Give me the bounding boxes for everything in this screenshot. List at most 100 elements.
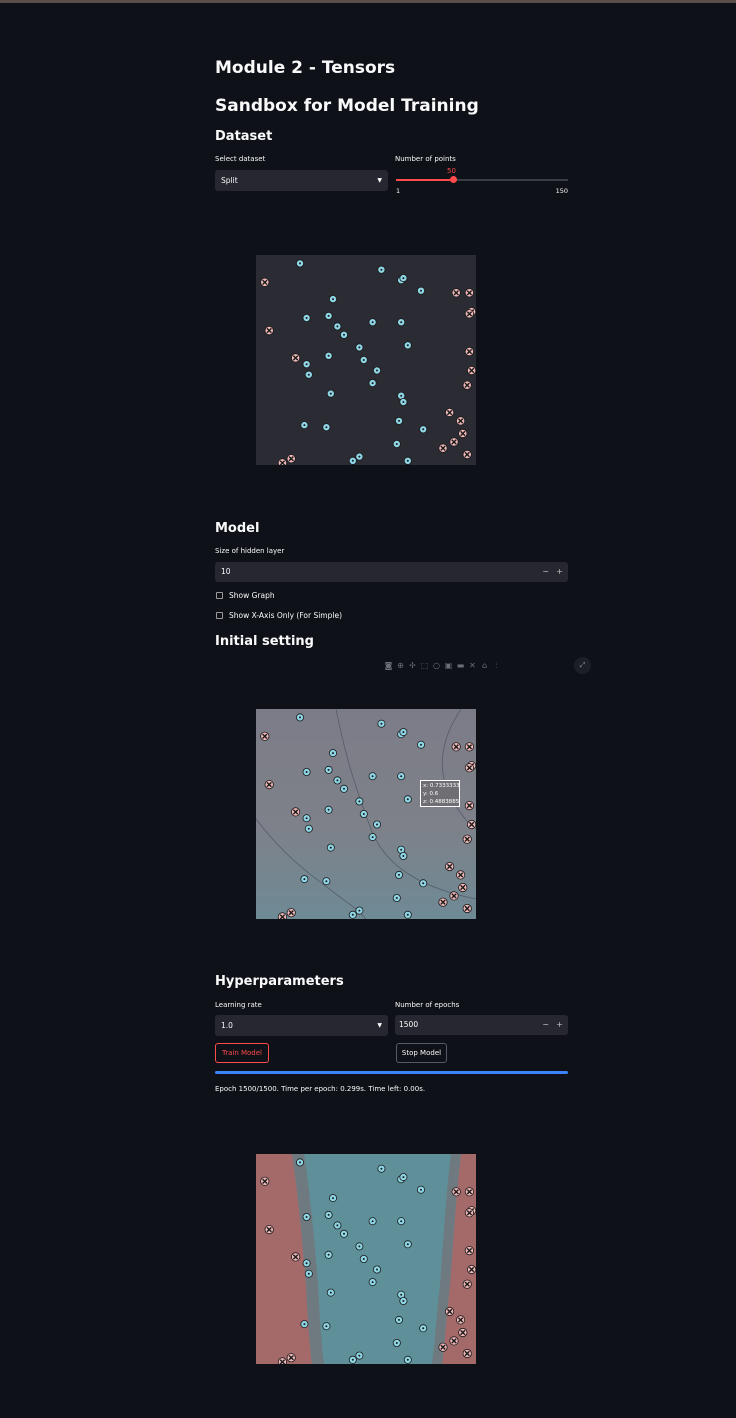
point-class-x (467, 365, 476, 376)
dataset-scatter-plot[interactable] (256, 255, 476, 465)
page-title: Module 2 - Tensors (215, 58, 396, 78)
point-class-o (296, 713, 305, 722)
hidden-layer-input[interactable]: 10 − + (215, 562, 568, 582)
autoscale-icon[interactable]: ✕ (468, 661, 477, 671)
point-class-o (368, 1278, 377, 1287)
point-class-x (286, 454, 296, 464)
slider-fill (396, 179, 453, 181)
point-class-o (329, 1194, 338, 1203)
decrement-icon[interactable]: − (542, 562, 549, 582)
point-class-o (399, 274, 408, 283)
point-class-o (377, 265, 386, 274)
show-graph-label: Show Graph (229, 591, 275, 600)
show-x-axis-checkbox[interactable] (216, 612, 223, 619)
point-class-o (340, 330, 349, 339)
lasso-select-icon[interactable]: ○ (432, 661, 441, 671)
point-class-o (355, 343, 364, 352)
learning-rate-select[interactable]: 1.0 ▼ (215, 1015, 388, 1036)
decrement-icon[interactable]: − (542, 1015, 549, 1035)
slider-min-label: 1 (396, 187, 401, 195)
plotly-logo-icon[interactable]: ⫶ (492, 661, 501, 671)
chevron-down-icon: ▼ (377, 177, 382, 184)
show-x-axis-label: Show X-Axis Only (For Simple) (229, 611, 342, 620)
point-class-o (300, 875, 309, 884)
point-class-o (368, 772, 377, 781)
initial-setting-heading: Initial setting (215, 634, 314, 649)
fullscreen-icon[interactable]: ⤢ (574, 657, 591, 674)
epochs-input[interactable]: 1500 − + (395, 1015, 568, 1035)
point-class-o (324, 351, 333, 360)
point-class-x (464, 801, 474, 811)
point-class-o (397, 1217, 406, 1226)
slider-handle[interactable] (449, 176, 457, 183)
point-class-o (322, 877, 331, 886)
point-class-x (438, 897, 448, 907)
point-class-o (302, 1213, 311, 1222)
increment-icon[interactable]: + (556, 1015, 563, 1035)
point-class-o (392, 1338, 401, 1347)
initial-contour-plot[interactable] (256, 709, 476, 919)
point-class-o (300, 1320, 309, 1329)
point-class-o (322, 1322, 331, 1331)
hidden-layer-value: 10 (221, 567, 231, 576)
point-class-x (462, 1279, 472, 1289)
epochs-label: Number of epochs (395, 1001, 460, 1009)
zoom-out-icon[interactable]: ▬ (456, 661, 465, 671)
point-class-o (368, 1217, 377, 1226)
point-class-o (394, 870, 403, 879)
point-class-x (277, 458, 287, 465)
point-class-x (458, 428, 468, 439)
train-model-button[interactable]: Train Model (215, 1043, 269, 1063)
box-select-icon[interactable]: ⬚ (420, 661, 429, 671)
point-class-x (445, 407, 455, 418)
point-class-o (333, 1221, 342, 1230)
point-class-x (451, 1187, 461, 1197)
increment-icon[interactable]: + (556, 562, 563, 582)
point-class-o (355, 452, 364, 461)
training-status-text: Epoch 1500/1500. Time per epoch: 0.299s.… (215, 1085, 426, 1093)
point-class-o (359, 1255, 368, 1264)
pan-icon[interactable]: ✢ (408, 661, 417, 671)
stop-model-button[interactable]: Stop Model (396, 1043, 447, 1063)
progress-fill (215, 1071, 568, 1074)
point-class-o (399, 851, 408, 860)
point-class-o (416, 286, 425, 295)
point-class-x (449, 891, 459, 901)
epochs-value: 1500 (399, 1020, 419, 1029)
reset-axes-icon[interactable]: ⌂ (480, 661, 489, 671)
point-class-o (302, 1259, 311, 1268)
point-class-o (394, 416, 403, 425)
point-class-x (467, 1264, 476, 1275)
point-class-o (403, 1240, 412, 1249)
point-class-x (458, 1327, 468, 1338)
point-class-x (456, 870, 466, 880)
camera-icon[interactable]: ◙ (384, 661, 393, 671)
point-class-x (277, 912, 287, 919)
dataset-heading: Dataset (215, 129, 273, 144)
point-class-x (286, 908, 296, 918)
point-class-x (462, 449, 472, 460)
point-class-x (464, 1187, 474, 1197)
trained-contour-plot[interactable] (256, 1154, 476, 1364)
point-class-x (445, 1306, 455, 1317)
hidden-layer-label: Size of hidden layer (215, 547, 285, 555)
point-class-o (419, 425, 428, 434)
point-class-o (373, 366, 382, 375)
point-class-o (377, 1164, 386, 1173)
point-class-o (355, 906, 364, 915)
point-class-x (464, 742, 474, 752)
point-class-x (464, 309, 474, 319)
point-class-o (333, 776, 342, 785)
point-class-o (324, 1250, 333, 1259)
point-class-o (399, 1173, 408, 1182)
points-slider[interactable]: 50 1 150 (396, 166, 568, 195)
point-class-o (403, 456, 412, 465)
zoom-in-icon[interactable]: ▣ (444, 661, 453, 671)
show-graph-checkbox[interactable] (216, 592, 223, 599)
point-class-o (324, 1210, 333, 1219)
point-class-o (296, 259, 305, 268)
top-decoration-bar (0, 0, 736, 3)
dataset-select[interactable]: Split ▼ (215, 170, 388, 191)
point-class-o (324, 311, 333, 320)
zoom-icon[interactable]: ⊕ (396, 661, 405, 671)
